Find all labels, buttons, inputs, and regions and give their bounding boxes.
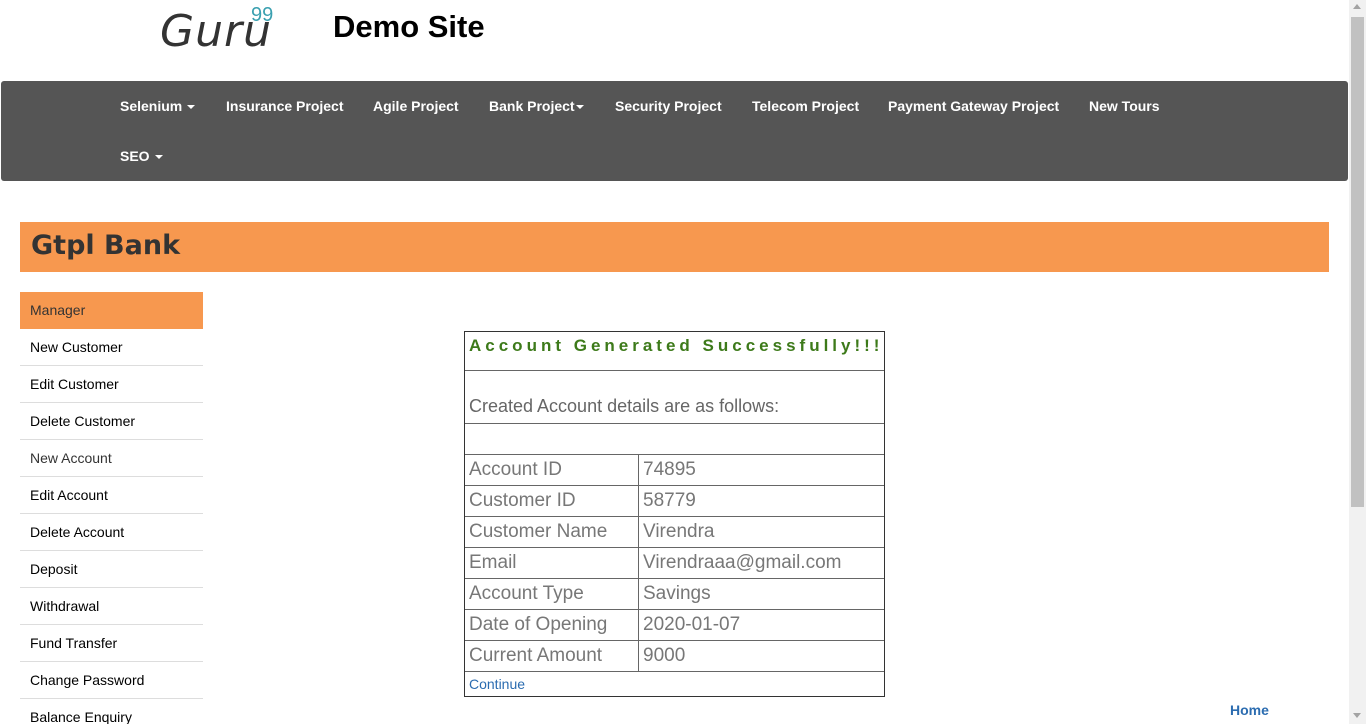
caret-down-icon	[154, 155, 163, 160]
table-row-current-amount: Current Amount 9000	[465, 641, 884, 672]
nav-item-label: Agile Project	[373, 98, 459, 114]
row-value: Virendra	[643, 521, 715, 542]
row-key: Email	[465, 548, 639, 578]
page: Guru 99 Demo Site Selenium Insurance Pro…	[0, 0, 1366, 724]
row-key: Current Amount	[465, 641, 639, 671]
scrollbar-thumb[interactable]	[1351, 17, 1364, 507]
nav-item-label: Telecom Project	[752, 98, 860, 114]
bank-title: Gtpl Bank	[31, 230, 181, 261]
caret-down-icon	[575, 105, 584, 110]
row-value: 74895	[643, 459, 696, 480]
table-row-email: Email Virendraaa@gmail.com	[465, 548, 884, 579]
continue-link[interactable]: Continue	[465, 672, 884, 696]
site-title: Demo Site	[333, 9, 485, 44]
nav-item-payment-gateway-project[interactable]: Payment Gateway Project	[888, 98, 1059, 114]
sidebar-item-new-customer[interactable]: New Customer	[20, 329, 203, 366]
continue-row: Continue	[465, 672, 884, 696]
sidebar-item-delete-customer[interactable]: Delete Customer	[20, 403, 203, 440]
top-navbar: Selenium Insurance Project Agile Project…	[1, 81, 1348, 181]
row-key: Date of Opening	[465, 610, 639, 640]
table-row-customer-id: Customer ID 58779	[465, 486, 884, 517]
table-row-account-type: Account Type Savings	[465, 579, 884, 610]
row-key: Customer Name	[465, 517, 639, 547]
sidebar-item-fund-transfer[interactable]: Fund Transfer	[20, 625, 203, 662]
sidebar-item-deposit[interactable]: Deposit	[20, 551, 203, 588]
home-link[interactable]: Home	[1230, 702, 1269, 718]
scroll-up-arrow-icon[interactable]	[1353, 4, 1361, 9]
nav-item-insurance-project[interactable]: Insurance Project	[226, 98, 344, 114]
sidebar-item-change-password[interactable]: Change Password	[20, 662, 203, 699]
row-value: 2020-01-07	[643, 614, 741, 635]
sidebar-item-withdrawal[interactable]: Withdrawal	[20, 588, 203, 625]
empty-row	[465, 424, 884, 455]
guru99-logo-sup: 99	[251, 4, 274, 26]
nav-item-new-tours[interactable]: New Tours	[1089, 98, 1160, 114]
bank-banner: Gtpl Bank	[20, 222, 1329, 272]
sidebar-item-edit-account[interactable]: Edit Account	[20, 477, 203, 514]
nav-item-label: Insurance Project	[226, 98, 344, 114]
nav-item-label: Security Project	[615, 98, 722, 114]
nav-item-label: Payment Gateway Project	[888, 98, 1060, 114]
nav-item-label: Bank Project	[489, 98, 575, 114]
row-key: Account Type	[465, 579, 639, 609]
sidebar-item-manager[interactable]: Manager	[20, 292, 203, 329]
row-value: Virendraaa@gmail.com	[643, 552, 842, 573]
nav-item-seo[interactable]: SEO	[120, 148, 163, 164]
row-value: 9000	[643, 645, 686, 666]
caret-down-icon	[187, 105, 196, 110]
account-details-table: Account Generated Successfully!!! Create…	[464, 331, 885, 697]
nav-item-bank-project[interactable]: Bank Project	[489, 98, 584, 114]
nav-item-telecom-project[interactable]: Telecom Project	[752, 98, 859, 114]
nav-item-label: SEO	[120, 148, 150, 164]
success-message: Account Generated Successfully!!!	[465, 332, 884, 371]
row-value: 58779	[643, 490, 696, 511]
nav-item-agile-project[interactable]: Agile Project	[373, 98, 459, 114]
sidebar-item-edit-customer[interactable]: Edit Customer	[20, 366, 203, 403]
table-row-account-id: Account ID 74895	[465, 455, 884, 486]
sidebar-menu: Manager New Customer Edit Customer Delet…	[20, 292, 203, 724]
nav-item-label: Selenium	[120, 98, 183, 114]
sidebar-item-balance-enquiry[interactable]: Balance Enquiry	[20, 699, 203, 724]
nav-item-label: New Tours	[1089, 98, 1160, 114]
vertical-scrollbar[interactable]	[1349, 0, 1366, 724]
nav-item-selenium[interactable]: Selenium	[120, 98, 196, 114]
nav-item-security-project[interactable]: Security Project	[615, 98, 722, 114]
table-row-customer-name: Customer Name Virendra	[465, 517, 884, 548]
row-value: Savings	[643, 583, 711, 604]
row-key: Account ID	[465, 455, 639, 485]
scroll-down-arrow-icon[interactable]	[1353, 713, 1361, 718]
table-row-date-of-opening: Date of Opening 2020-01-07	[465, 610, 884, 641]
sidebar-item-new-account[interactable]: New Account	[20, 440, 203, 477]
sidebar-item-delete-account[interactable]: Delete Account	[20, 514, 203, 551]
details-heading: Created Account details are as follows:	[465, 371, 884, 424]
row-key: Customer ID	[465, 486, 639, 516]
